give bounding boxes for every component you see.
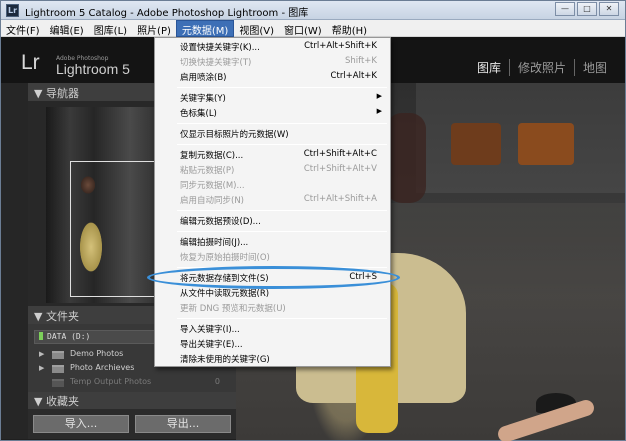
menu-item-import-keywords[interactable]: 导入关键字(I)... (156, 322, 389, 337)
menu-item-auto-sync[interactable]: 启用自动同步(N) Ctrl+Alt+Shift+A (156, 193, 389, 208)
triangle-down-icon: ▼ (34, 310, 46, 323)
minimize-button[interactable]: — (555, 2, 575, 16)
lightroom-app-icon: Lr (6, 4, 19, 17)
menu-separator (177, 210, 387, 211)
drive-status-icon (39, 332, 43, 340)
folder-icon (52, 379, 64, 387)
menu-separator (177, 144, 387, 145)
left-panel-edge (1, 83, 28, 439)
photo-model-hair (386, 113, 426, 203)
menu-item-label: 色标集(L) (180, 109, 217, 119)
maximize-button[interactable]: □ (577, 2, 597, 16)
menu-item-label: 编辑拍摄时间(J)... (180, 238, 249, 248)
menu-separator (177, 231, 387, 232)
folder-count: 0 (214, 377, 220, 386)
menu-bar: 文件(F) 编辑(E) 图库(L) 照片(P) 元数据(M) 视图(V) 窗口(… (1, 20, 625, 37)
menu-item-keyword-set[interactable]: 关键字集(Y) ▶ (156, 91, 389, 106)
menu-item-shortcut: Ctrl+Alt+Shift+A (303, 194, 377, 204)
folder-name: Photo Archieves (70, 363, 135, 372)
menu-library[interactable]: 图库(L) (89, 20, 132, 37)
metadata-dropdown-menu: 设置快捷关键字(K)... Ctrl+Alt+Shift+K 切换快捷关键字(T)… (154, 37, 391, 367)
highlight-ring-annotation (147, 266, 400, 289)
module-picker: 图库 修改照片 地图 (469, 59, 615, 76)
photo-chair-right (518, 123, 574, 165)
folder-icon (52, 365, 64, 373)
menu-window[interactable]: 窗口(W) (279, 20, 327, 37)
menu-item-label: 启用自动同步(N) (180, 196, 244, 206)
triangle-down-icon: ▼ (34, 87, 46, 100)
menu-item-target-photo-metadata[interactable]: 仅显示目标照片的元数据(W) (156, 127, 389, 142)
module-library[interactable]: 图库 (469, 59, 509, 76)
menu-separator (177, 123, 387, 124)
menu-item-copy-metadata[interactable]: 复制元数据(C)... Ctrl+Shift+Alt+C (156, 148, 389, 163)
close-button[interactable]: ✕ (599, 2, 619, 16)
menu-item-sync-metadata[interactable]: 同步元数据(M)... (156, 178, 389, 193)
menu-item-set-keyword-shortcut[interactable]: 设置快捷关键字(K)... Ctrl+Alt+Shift+K (156, 40, 389, 55)
triangle-right-icon[interactable]: ▶ (39, 364, 44, 372)
folder-row[interactable]: Temp Output Photos 0 (36, 376, 226, 390)
photo-chair-left (451, 123, 501, 165)
menu-item-paste-metadata[interactable]: 粘贴元数据(P) Ctrl+Shift+Alt+V (156, 163, 389, 178)
menu-item-label: 设置快捷关键字(K)... (180, 43, 260, 53)
submenu-arrow-icon: ▶ (376, 107, 382, 115)
menu-item-enable-painter[interactable]: 启用喷涂(B) Ctrl+Alt+K (156, 70, 389, 85)
triangle-right-icon[interactable]: ▶ (39, 350, 44, 358)
import-export-bar: 导入... 导出... (28, 409, 236, 439)
menu-metadata[interactable]: 元数据(M) (175, 20, 235, 37)
folder-name: Demo Photos (70, 349, 124, 358)
menu-item-edit-capture-time[interactable]: 编辑拍摄时间(J)... (156, 235, 389, 250)
app-window: Lr Lightroom 5 Catalog - Adobe Photoshop… (0, 0, 626, 441)
menu-item-color-label-set[interactable]: 色标集(L) ▶ (156, 106, 389, 121)
menu-help[interactable]: 帮助(H) (327, 20, 372, 37)
folder-icon (52, 351, 64, 359)
menu-item-label: 导入关键字(I)... (180, 325, 240, 335)
lr-logo-mark: Lr (21, 51, 40, 74)
menu-item-edit-metadata-presets[interactable]: 编辑元数据预设(D)... (156, 214, 389, 229)
menu-item-label: 导出关键字(E)... (180, 340, 243, 350)
collections-title: 收藏夹 (45, 395, 79, 408)
drive-label: DATA (D:) (47, 332, 91, 341)
menu-item-update-dng-preview[interactable]: 更新 DNG 预览和元数据(U) (156, 301, 389, 316)
module-map[interactable]: 地图 (573, 59, 615, 76)
menu-item-label: 复制元数据(C)... (180, 151, 244, 161)
export-button[interactable]: 导出... (135, 415, 231, 433)
menu-item-revert-capture-time[interactable]: 恢复为原始拍摄时间(O) (156, 250, 389, 265)
menu-item-label: 切换快捷关键字(T) (180, 58, 252, 68)
menu-separator (177, 318, 387, 319)
menu-item-label: 启用喷涂(B) (180, 73, 227, 83)
menu-item-shortcut: Shift+K (344, 56, 377, 66)
menu-file[interactable]: 文件(F) (1, 20, 45, 37)
menu-item-label: 更新 DNG 预览和元数据(U) (180, 304, 286, 314)
menu-item-label: 编辑元数据预设(D)... (180, 217, 261, 227)
menu-item-label: 清除未使用的关键字(G) (180, 355, 270, 365)
triangle-down-icon: ▼ (34, 395, 46, 408)
menu-item-purge-unused-keywords[interactable]: 清除未使用的关键字(G) (156, 352, 389, 367)
folders-title: 文件夹 (45, 310, 79, 323)
menu-item-toggle-keyword-shortcut[interactable]: 切换快捷关键字(T) Shift+K (156, 55, 389, 70)
menu-item-label: 恢复为原始拍摄时间(O) (180, 253, 270, 263)
menu-item-label: 仅显示目标照片的元数据(W) (180, 130, 289, 140)
window-title: Lightroom 5 Catalog - Adobe Photoshop Li… (25, 8, 309, 19)
menu-photo[interactable]: 照片(P) (132, 20, 176, 37)
navigator-title: 导航器 (45, 87, 79, 100)
logo-product-name: Lightroom 5 (56, 61, 130, 77)
menu-item-label: 同步元数据(M)... (180, 181, 245, 191)
folder-name: Temp Output Photos (70, 377, 152, 386)
menu-item-label: 粘贴元数据(P) (180, 166, 235, 176)
menu-item-shortcut: Ctrl+Alt+Shift+K (304, 41, 377, 51)
module-develop[interactable]: 修改照片 (508, 59, 574, 76)
menu-item-shortcut: Ctrl+Alt+K (330, 71, 377, 81)
title-bar: Lr Lightroom 5 Catalog - Adobe Photoshop… (1, 1, 625, 20)
import-button[interactable]: 导入... (33, 415, 129, 433)
menu-item-shortcut: Ctrl+Shift+Alt+C (303, 149, 377, 159)
menu-item-label: 关键字集(Y) (180, 94, 226, 104)
menu-item-export-keywords[interactable]: 导出关键字(E)... (156, 337, 389, 352)
menu-separator (177, 87, 387, 88)
menu-view[interactable]: 视图(V) (234, 20, 279, 37)
menu-edit[interactable]: 编辑(E) (45, 20, 89, 37)
submenu-arrow-icon: ▶ (376, 92, 382, 100)
collections-header[interactable]: ▼ 收藏夹 (28, 392, 236, 410)
menu-item-shortcut: Ctrl+Shift+Alt+V (303, 164, 377, 174)
